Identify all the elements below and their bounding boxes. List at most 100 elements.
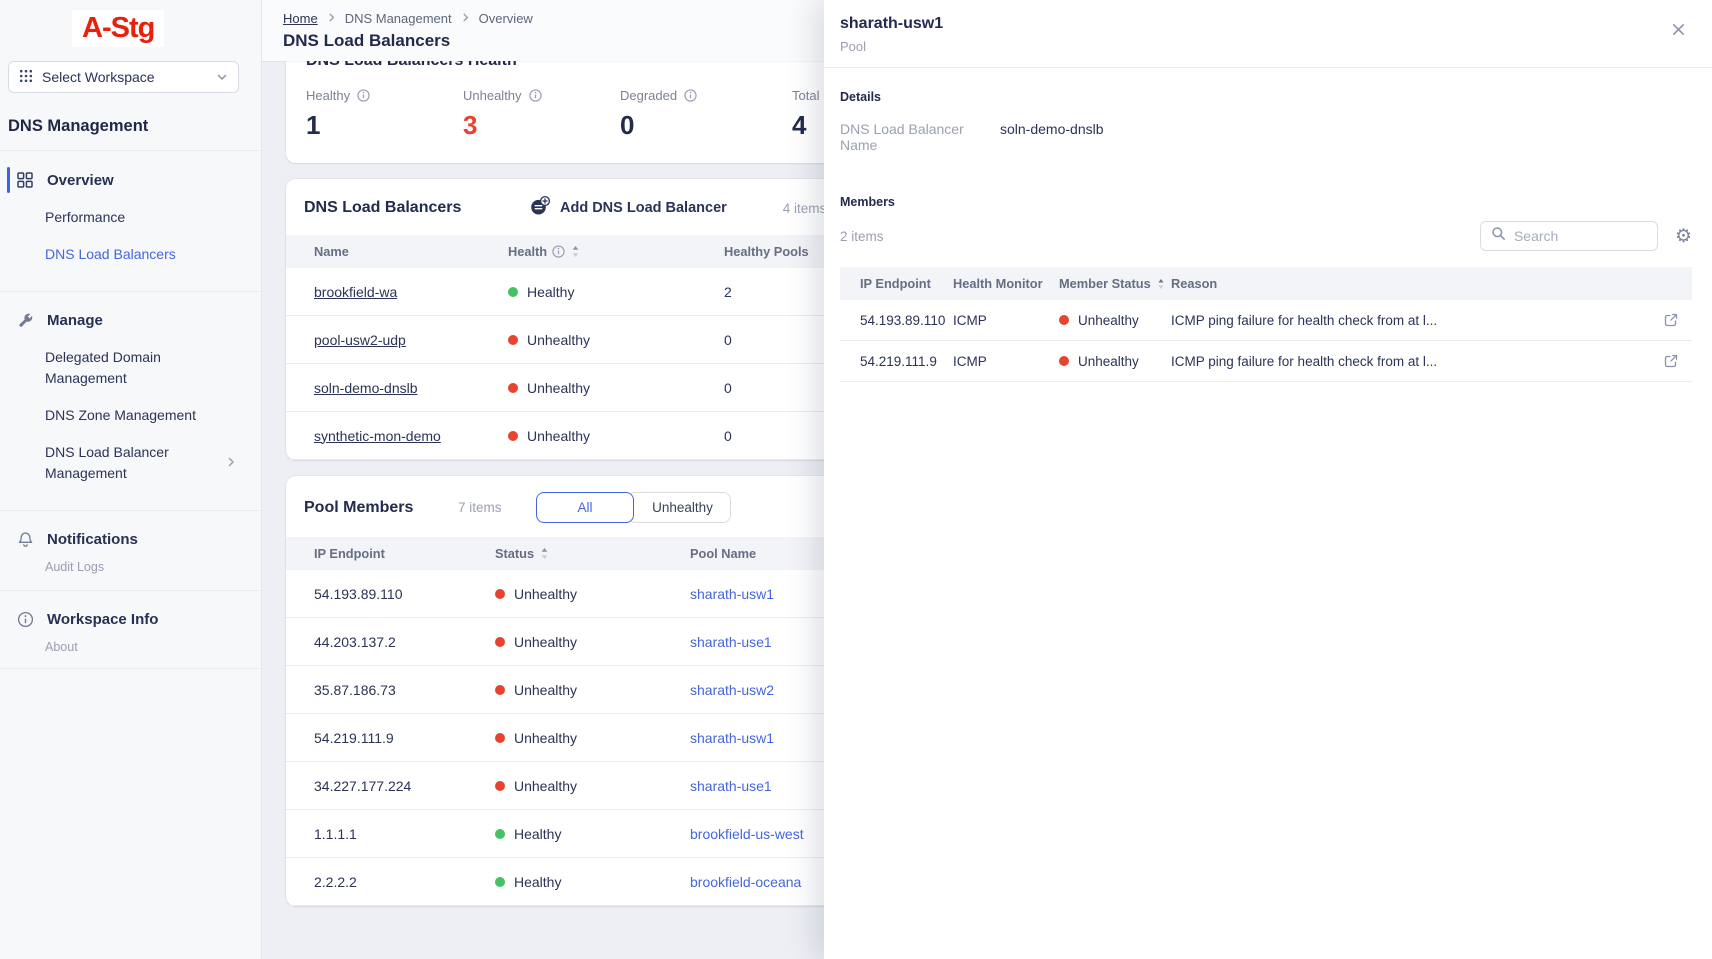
members-toolbar: 2 items ⚙ (840, 221, 1692, 251)
reason-cell: ICMP ping failure for health check from … (1171, 313, 1692, 328)
sidebar-item-audit-logs[interactable]: Audit Logs (0, 558, 261, 580)
breadcrumb-overview[interactable]: Overview (479, 11, 533, 26)
sidebar-item-delegated-domain-management[interactable]: Delegated Domain Management (0, 339, 210, 397)
active-indicator-bar (7, 167, 10, 193)
status-label: Healthy (514, 826, 561, 842)
sidebar-item-workspace-info[interactable]: Workspace Info (0, 601, 261, 638)
card-title: Pool Members (304, 499, 458, 517)
pool-name-link[interactable]: sharath-use1 (690, 778, 772, 794)
sort-icon[interactable] (539, 547, 550, 560)
pool-name-link[interactable]: sharath-usw2 (690, 682, 774, 698)
health-status: Unhealthy (508, 332, 724, 348)
search-box[interactable] (1480, 221, 1658, 251)
sort-icon[interactable] (570, 245, 581, 258)
nav-head-label: Manage (47, 312, 103, 329)
panel-body: Details DNS Load Balancer Name soln-demo… (824, 90, 1712, 382)
lb-name-link[interactable]: brookfield-wa (314, 284, 397, 300)
external-link-icon[interactable] (1654, 313, 1678, 327)
pool-name-link[interactable]: sharath-usw1 (690, 730, 774, 746)
health-status: Healthy (508, 284, 724, 300)
status-dot (508, 287, 518, 297)
detail-row: DNS Load Balancer Name soln-demo-dnslb (840, 121, 1692, 153)
stat-label: Degraded (620, 88, 777, 103)
column-health: Health (508, 244, 724, 259)
pool-name-link[interactable]: sharath-usw1 (690, 586, 774, 602)
lb-name-link[interactable]: synthetic-mon-demo (314, 428, 441, 444)
sidebar: A-Stg Select Workspace DNS Management Ov… (0, 0, 262, 959)
member-status: Unhealthy (1059, 313, 1171, 328)
pool-name-link[interactable]: brookfield-oceana (690, 874, 801, 890)
status-dot (495, 733, 505, 743)
sidebar-item-manage[interactable]: Manage (0, 302, 261, 339)
sidebar-item-overview[interactable]: Overview (0, 161, 261, 199)
status-label: Unhealthy (1078, 313, 1139, 328)
column-member-status: Member Status (1059, 276, 1171, 291)
items-count: 2 items (840, 229, 884, 244)
status-dot (495, 589, 505, 599)
health-stat: Degraded 0 (620, 88, 777, 141)
card-title: DNS Load Balancers (304, 199, 529, 217)
column-ip-endpoint: IP Endpoint (314, 546, 495, 561)
status-label: Unhealthy (514, 634, 577, 650)
sidebar-item-notifications[interactable]: Notifications (0, 521, 261, 558)
pool-name-link[interactable]: sharath-use1 (690, 634, 772, 650)
wrench-icon (16, 312, 34, 329)
status-label: Unhealthy (527, 428, 590, 444)
member-status: Healthy (495, 874, 690, 890)
filter-all-button[interactable]: All (536, 492, 634, 523)
members-table: IP Endpoint Health Monitor Member Status… (840, 267, 1692, 382)
details-heading: Details (840, 90, 1692, 104)
ip-endpoint: 34.227.177.224 (314, 778, 495, 794)
detail-panel: sharath-usw1 Pool Details DNS Load Balan… (824, 0, 1712, 959)
member-status: Unhealthy (495, 586, 690, 602)
sidebar-item-dns-load-balancers[interactable]: DNS Load Balancers (0, 236, 261, 273)
nav-head-label: Notifications (47, 531, 138, 548)
info-icon[interactable] (552, 245, 565, 258)
chevron-right-icon (326, 11, 337, 26)
items-count: 7 items (458, 500, 536, 515)
app-logo: A-Stg (72, 10, 164, 47)
ip-endpoint: 44.203.137.2 (314, 634, 495, 650)
stat-label-text: Unhealthy (463, 88, 522, 103)
lb-name-link[interactable]: pool-usw2-udp (314, 332, 406, 348)
pool-name-link[interactable]: brookfield-us-west (690, 826, 804, 842)
sidebar-item-about[interactable]: About (0, 638, 261, 660)
breadcrumb-dns-management[interactable]: DNS Management (345, 11, 452, 26)
breadcrumb-home[interactable]: Home (283, 11, 318, 26)
detail-value: soln-demo-dnslb (1000, 121, 1104, 153)
status-dot (495, 829, 505, 839)
search-input[interactable] (1514, 228, 1647, 244)
add-button-label: Add DNS Load Balancer (560, 200, 727, 216)
status-label: Unhealthy (514, 778, 577, 794)
sidebar-item-dns-zone-management[interactable]: DNS Zone Management (0, 397, 261, 434)
grid-dots-icon (19, 69, 33, 86)
info-icon[interactable] (357, 89, 370, 102)
lb-name-link[interactable]: soln-demo-dnslb (314, 380, 418, 396)
workspace-selector[interactable]: Select Workspace (8, 61, 239, 93)
member-status: Unhealthy (495, 682, 690, 698)
close-icon[interactable] (1671, 22, 1686, 37)
info-circle-icon (16, 611, 34, 628)
ip-endpoint: 2.2.2.2 (314, 874, 495, 890)
stat-label-text: Degraded (620, 88, 677, 103)
sort-icon[interactable] (1156, 278, 1166, 290)
status-label: Healthy (527, 284, 574, 300)
status-dot (508, 431, 518, 441)
active-indicator-bar (7, 308, 10, 333)
stat-label: Unhealthy (463, 88, 620, 103)
stat-value: 3 (463, 110, 620, 141)
filter-unhealthy-button[interactable]: Unhealthy (627, 492, 731, 523)
status-dot (508, 335, 518, 345)
sidebar-item-performance[interactable]: Performance (0, 199, 261, 236)
info-icon[interactable] (684, 89, 697, 102)
nav-sub-label: DNS Load Balancer Management (45, 442, 215, 484)
info-icon[interactable] (529, 89, 542, 102)
panel-subtitle: Pool (840, 39, 1652, 54)
external-link-icon[interactable] (1654, 354, 1678, 368)
sidebar-item-dns-load-balancer-management[interactable]: DNS Load Balancer Management (0, 434, 261, 492)
gear-icon[interactable]: ⚙ (1675, 227, 1692, 246)
status-dot (495, 685, 505, 695)
add-dns-load-balancer-button[interactable]: Add DNS Load Balancer (529, 195, 727, 221)
panel-header: sharath-usw1 Pool (824, 0, 1712, 68)
table-row: 54.193.89.110 ICMP Unhealthy ICMP ping f… (840, 300, 1692, 341)
